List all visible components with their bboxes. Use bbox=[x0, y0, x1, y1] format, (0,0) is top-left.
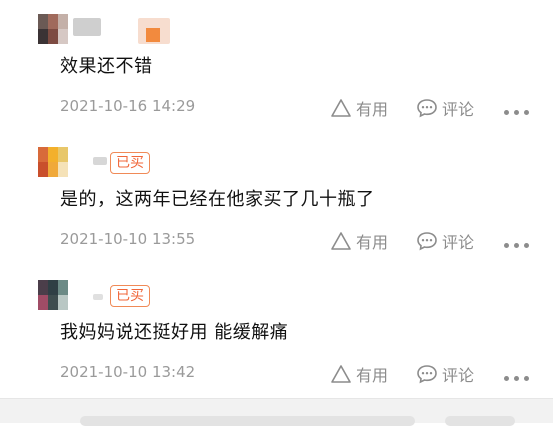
helpful-button[interactable]: 有用 bbox=[330, 230, 388, 252]
comment-bubble-icon bbox=[417, 365, 437, 384]
helpful-triangle-icon bbox=[331, 232, 351, 250]
user-row: 已买 bbox=[38, 147, 438, 177]
helpful-label: 有用 bbox=[356, 100, 389, 119]
bottom-button-pill[interactable] bbox=[445, 416, 515, 426]
review-meta: 2021-10-10 13:55 有用 评论 bbox=[60, 230, 533, 252]
review-item: 效果还不错 2021-10-16 14:29 有用 评论 bbox=[0, 0, 553, 133]
review-text: 效果还不错 bbox=[60, 56, 153, 77]
review-meta: 2021-10-16 14:29 有用 评论 bbox=[60, 97, 533, 119]
helpful-label: 有用 bbox=[356, 366, 389, 385]
review-text: 是的，这两年已经在他家买了几十瓶了 bbox=[60, 189, 375, 210]
helpful-triangle-icon bbox=[331, 99, 351, 117]
purchased-badge: 已买 bbox=[110, 285, 150, 307]
comment-label: 评论 bbox=[442, 100, 475, 119]
review-item: 已买 我妈妈说还挺好用 能缓解痛 2021-10-10 13:42 有用 评论 bbox=[0, 266, 553, 396]
username-blurred bbox=[73, 18, 101, 36]
helpful-label: 有用 bbox=[356, 233, 389, 252]
purchased-badge: 已买 bbox=[110, 152, 150, 174]
more-dots-icon[interactable] bbox=[504, 101, 529, 123]
more-dots-icon[interactable] bbox=[504, 234, 529, 256]
avatar[interactable] bbox=[38, 280, 68, 310]
avatar[interactable] bbox=[38, 14, 68, 44]
user-row: 已买 bbox=[38, 280, 438, 310]
helpful-button[interactable]: 有用 bbox=[330, 97, 388, 119]
comment-label: 评论 bbox=[442, 233, 475, 252]
comment-bubble-icon bbox=[417, 99, 437, 118]
username-blurred bbox=[93, 294, 103, 300]
comment-label: 评论 bbox=[442, 366, 475, 385]
bottom-input-pill[interactable] bbox=[80, 416, 415, 426]
helpful-button[interactable]: 有用 bbox=[330, 363, 388, 385]
comment-button[interactable]: 评论 bbox=[416, 363, 474, 385]
review-item: 已买 是的，这两年已经在他家买了几十瓶了 2021-10-10 13:55 有用… bbox=[0, 133, 553, 266]
user-row bbox=[38, 14, 438, 44]
review-date: 2021-10-10 13:42 bbox=[60, 363, 196, 381]
review-date: 2021-10-16 14:29 bbox=[60, 97, 196, 115]
review-text: 我妈妈说还挺好用 能缓解痛 bbox=[60, 322, 289, 343]
comment-bubble-icon bbox=[417, 232, 437, 251]
comment-button[interactable]: 评论 bbox=[416, 230, 474, 252]
more-dots-icon[interactable] bbox=[504, 367, 529, 389]
helpful-triangle-icon bbox=[331, 365, 351, 383]
avatar[interactable] bbox=[38, 147, 68, 177]
review-date: 2021-10-10 13:55 bbox=[60, 230, 196, 248]
comment-button[interactable]: 评论 bbox=[416, 97, 474, 119]
username-blurred bbox=[93, 157, 107, 165]
review-meta: 2021-10-10 13:42 有用 评论 bbox=[60, 363, 533, 385]
